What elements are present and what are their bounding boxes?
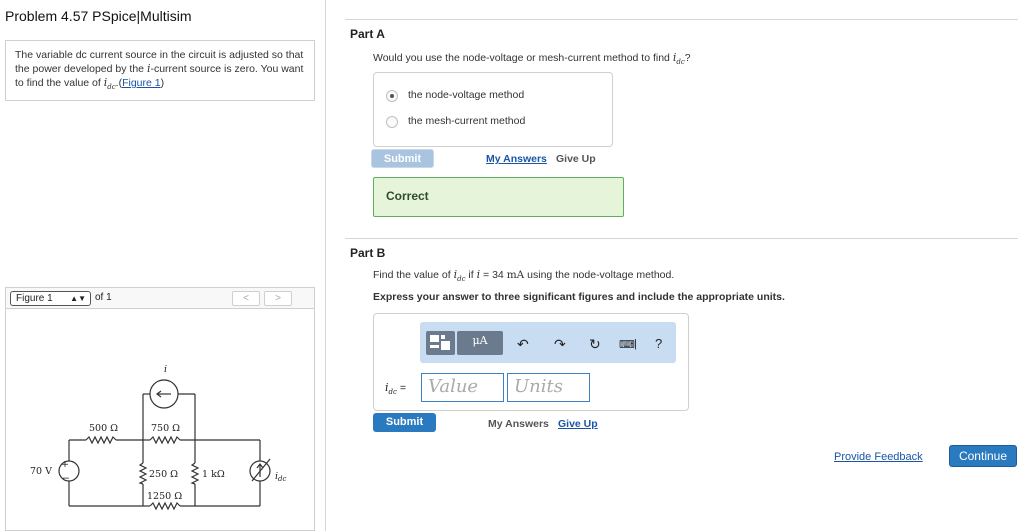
next-figure-button[interactable]: > [264,291,292,306]
equation-toolbar: μA ↶ ↷ ↻ ⌨ | ? [420,322,676,363]
resistor-1k [190,462,200,485]
part-a-submit-button[interactable]: Submit [371,149,434,168]
part-a-divider [345,19,1018,20]
part-b-instruction: Express your answer to three significant… [373,291,785,303]
label-1k: 1 kΩ [202,469,225,480]
circuit-diagram: + − 70 V 500 Ω 750 Ω 250 Ω 1 kΩ 1250 Ω i… [30,364,287,511]
figure-select-value: Figure 1 [16,293,53,304]
label-70v: 70 V [30,466,52,477]
figure-toolbar: Figure 1 ▲▼ of 1 < > [5,287,315,309]
answer-var: idc [385,381,397,397]
problem-text-4: ) [160,77,165,89]
var-idc: idc [104,76,116,92]
value-input[interactable]: Value [421,373,504,402]
choice-label: the node-voltage method [408,89,525,101]
choices-box: the node-voltage method the mesh-current… [373,72,613,147]
keyboard-icon[interactable]: ⌨ [619,338,635,351]
choice-label: the mesh-current method [408,115,526,127]
part-b-divider [345,238,1018,239]
part-b-q-mid: if [468,269,474,281]
part-b-my-answers-link[interactable]: My Answers [488,418,549,430]
correct-feedback: Correct [373,177,624,217]
problem-column: Problem 4.57 PSpice|Multisim The variabl… [0,0,326,531]
label-500: 500 Ω [89,423,118,434]
label-idc-sub: dc [278,475,286,483]
figure-panel: + − 70 V 500 Ω 750 Ω 250 Ω 1 kΩ 1250 Ω i… [5,309,315,531]
figure-select[interactable]: Figure 1 ▲▼ [10,291,91,306]
provide-feedback-link[interactable]: Provide Feedback [834,451,923,463]
part-a-var-sub: dc [676,58,685,67]
resistor-250 [138,462,148,485]
figure-link[interactable]: Figure 1 [122,77,161,89]
label-250: 250 Ω [149,469,178,480]
part-b-submit-button[interactable]: Submit [373,413,436,432]
var-idc-sub: dc [107,83,116,92]
keyboard-separator: | [634,338,637,350]
part-a-label: Part A [350,27,385,41]
mu-a-units-icon[interactable]: μA [457,331,503,355]
templates-icon[interactable] [426,331,455,355]
redo-icon[interactable]: ↷ [554,336,566,353]
template-block [441,341,450,350]
answer-box: μA ↶ ↷ ↻ ⌨ | ? idc = Value Units [373,313,689,411]
answer-eq: = [399,382,406,394]
radio-selected-icon[interactable] [386,90,398,102]
prev-figure-button[interactable]: < [232,291,260,306]
resistor-500 [85,435,117,445]
part-a-var: idc [673,51,685,67]
template-block [430,335,439,342]
part-a-question: Would you use the node-voltage or mesh-c… [373,51,691,66]
label-dep-i: i [164,364,167,375]
part-b-label: Part B [350,246,386,260]
part-a-question-text: Would you use the node-voltage or mesh-c… [373,52,670,64]
template-block [441,335,445,339]
resistor-750 [149,435,181,445]
resistor-1250 [149,501,181,511]
label-1250: 1250 Ω [147,491,182,502]
reset-icon[interactable]: ↻ [589,336,601,353]
label-idc: idc [275,471,287,483]
answer-label: idc = [385,381,406,396]
part-b-var2: i [476,268,481,281]
help-icon[interactable]: ? [655,336,662,351]
problem-statement: The variable dc current source in the ci… [5,40,315,101]
template-block [430,345,439,348]
source-minus: − [62,473,70,484]
part-b-q-pre: Find the value of [373,269,451,281]
part-b-q-unit: mA [506,269,525,281]
part-b-var: idc [454,268,466,284]
part-b-var-sub: dc [457,275,466,284]
source-plus: + [61,459,69,470]
units-input[interactable]: Units [507,373,590,402]
part-b-give-up-link[interactable]: Give Up [558,418,598,430]
part-a-give-up-link[interactable]: Give Up [556,153,596,165]
part-b-q-post: using the node-voltage method. [527,269,675,281]
part-b-question: Find the value of idc if i = 34 mA using… [373,268,674,283]
continue-button[interactable]: Continue [949,445,1017,467]
part-b-q-eq: = 34 [483,269,504,281]
undo-icon[interactable]: ↶ [517,336,529,353]
problem-title: Problem 4.57 PSpice|Multisim [5,8,192,24]
part-a-question-end: ? [684,52,691,64]
select-arrows-icon: ▲▼ [70,294,86,303]
part-a-my-answers-link[interactable]: My Answers [486,153,547,165]
figure-count: of 1 [95,292,112,303]
radio-unselected-icon[interactable] [386,116,398,128]
label-750: 750 Ω [151,423,180,434]
answer-var-sub: dc [388,388,397,397]
